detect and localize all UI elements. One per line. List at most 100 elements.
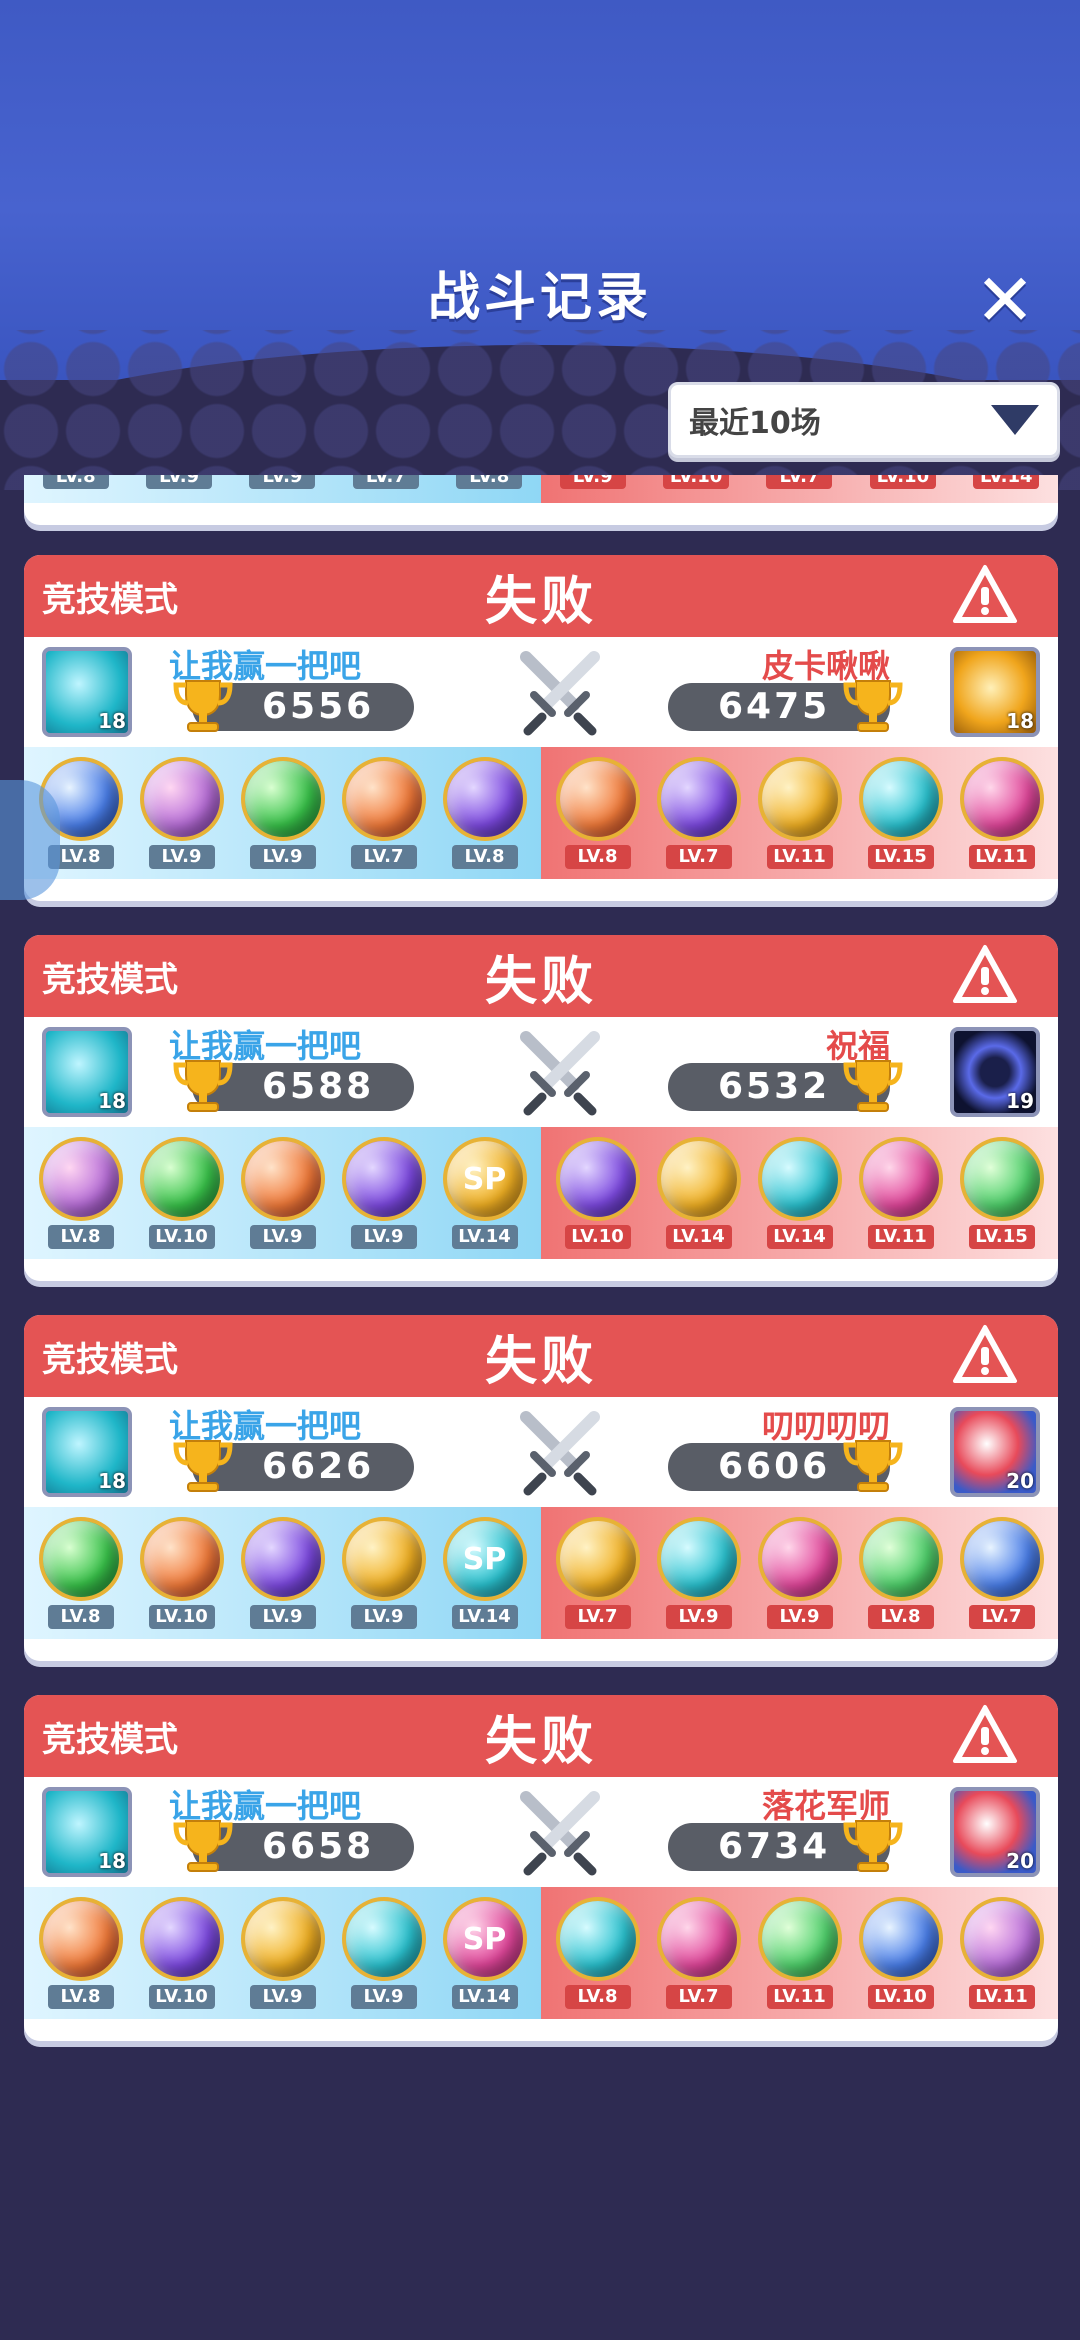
my-level: 18 — [98, 1849, 126, 1873]
crossed-swords-icon — [512, 1403, 608, 1499]
trophy-icon — [842, 1815, 904, 1875]
report-warning-icon[interactable] — [952, 563, 1018, 629]
my-skill[interactable]: SP LV.14 — [437, 1137, 533, 1249]
opponent-skill[interactable]: LV.7 — [651, 1897, 747, 2009]
my-skill[interactable]: LV.10 — [134, 1897, 230, 2009]
skill-orb-icon — [139, 757, 224, 841]
partial-my-team: LV.8 LV.9 LV.9 LV.7 LV.8 — [24, 475, 541, 503]
my-skill[interactable]: LV.9 — [235, 1897, 331, 2009]
trophy-icon — [842, 1435, 904, 1495]
my-avatar[interactable]: 18 — [42, 1027, 132, 1117]
skill-orb-icon — [858, 1897, 943, 1981]
skill-level-badge: LV.8 — [456, 475, 523, 489]
skill-level-badge: LV.14 — [451, 1225, 518, 1249]
opponent-skill[interactable]: LV.9 — [752, 1517, 848, 1629]
battle-record-card[interactable]: 竞技模式 失败 18 让我赢一把吧 6556 皮卡啾啾 6475 18 LV.8… — [24, 555, 1058, 901]
opponent-skill[interactable]: LV.7 — [550, 1517, 646, 1629]
my-skill[interactable]: LV.7 — [336, 757, 432, 869]
crossed-swords-icon — [512, 1023, 608, 1119]
match-count-dropdown[interactable]: 最近10场 — [668, 382, 1060, 458]
my-skill[interactable]: LV.9 — [235, 1517, 331, 1629]
report-warning-icon[interactable] — [952, 943, 1018, 1009]
my-skill[interactable]: LV.8 — [437, 757, 533, 869]
skill-orb-icon — [240, 1897, 325, 1981]
my-skill[interactable]: LV.9 — [336, 1517, 432, 1629]
skill-orb-icon — [959, 1897, 1044, 1981]
opponent-team-skills: LV.10 LV.14 LV.14 LV.11 LV.15 — [541, 1127, 1058, 1259]
opponent-skill[interactable]: LV.14 — [752, 1137, 848, 1249]
my-skill[interactable]: LV.9 — [235, 1137, 331, 1249]
battle-record-card[interactable]: 竞技模式 失败 18 让我赢一把吧 6658 落花军师 6734 20 LV.8… — [24, 1695, 1058, 2041]
opponent-skill[interactable]: LV.11 — [954, 757, 1050, 869]
skill-level-badge: LV.8 — [451, 845, 518, 869]
opponent-skill[interactable]: LV.11 — [752, 1897, 848, 2009]
opponent-skill[interactable]: LV.8 — [550, 757, 646, 869]
my-skill[interactable]: LV.8 — [33, 1517, 129, 1629]
partial-record-card: LV.8 LV.9 LV.9 LV.7 LV.8 LV.9 LV.10 LV.7 LV.10 L… — [24, 475, 1058, 525]
battle-record-card[interactable]: 竞技模式 失败 18 让我赢一把吧 6626 叨叨叨叨 6606 20 LV.8… — [24, 1315, 1058, 1661]
skill-level-badge: LV.15 — [968, 1225, 1035, 1249]
my-skill[interactable]: LV.10 — [134, 1137, 230, 1249]
opponent-skill[interactable]: LV.9 — [651, 1517, 747, 1629]
skill-level-badge: LV.9 — [249, 845, 316, 869]
opponent-avatar[interactable]: 18 — [950, 647, 1040, 737]
my-avatar[interactable]: 18 — [42, 647, 132, 737]
opponent-skill[interactable]: LV.11 — [752, 757, 848, 869]
skill-level-badge: LV.8 — [564, 845, 631, 869]
players-row: 18 让我赢一把吧 6626 叨叨叨叨 6606 20 — [24, 1397, 1058, 1507]
opponent-skill[interactable]: LV.14 — [651, 1137, 747, 1249]
skill-level-badge: LV.10 — [148, 1605, 215, 1629]
skill-orb-icon — [341, 1517, 426, 1601]
opponent-skill[interactable]: LV.15 — [853, 757, 949, 869]
my-skill[interactable]: LV.10 — [134, 1517, 230, 1629]
skill-level-badge: LV.9 — [249, 1225, 316, 1249]
close-button[interactable]: ✕ — [970, 264, 1040, 336]
opponent-skill[interactable]: LV.10 — [550, 1137, 646, 1249]
players-row: 18 让我赢一把吧 6556 皮卡啾啾 6475 18 — [24, 637, 1058, 747]
report-warning-icon[interactable] — [952, 1323, 1018, 1389]
opponent-avatar[interactable]: 19 — [950, 1027, 1040, 1117]
opponent-skill[interactable]: LV.8 — [853, 1517, 949, 1629]
skill-level-badge: LV.9 — [559, 475, 626, 489]
card-header: 竞技模式 失败 — [24, 1315, 1058, 1397]
opponent-skill[interactable]: LV.11 — [954, 1897, 1050, 2009]
my-avatar[interactable]: 18 — [42, 1407, 132, 1497]
opponent-skill[interactable]: LV.7 — [651, 757, 747, 869]
skill-level-badge: LV.8 — [867, 1605, 934, 1629]
skill-level-badge: LV.10 — [663, 475, 730, 489]
skill-level-badge: LV.7 — [564, 1605, 631, 1629]
side-drawer-handle[interactable] — [0, 780, 60, 900]
opponent-skill[interactable]: LV.11 — [853, 1137, 949, 1249]
my-skill[interactable]: LV.9 — [235, 757, 331, 869]
report-warning-icon[interactable] — [952, 1703, 1018, 1769]
opponent-avatar[interactable]: 20 — [950, 1787, 1040, 1877]
skill-orb-icon — [555, 1517, 640, 1601]
my-skill[interactable]: LV.8 — [33, 1137, 129, 1249]
skill-level-badge: LV.7 — [665, 1985, 732, 2009]
card-header: 竞技模式 失败 — [24, 935, 1058, 1017]
opponent-skill[interactable]: LV.8 — [550, 1897, 646, 2009]
skill-level-badge: LV.10 — [148, 1985, 215, 2009]
skill-level-badge: LV.10 — [867, 1985, 934, 2009]
skill-level-badge: LV.11 — [968, 1985, 1035, 2009]
my-skill[interactable]: LV.8 — [33, 1897, 129, 2009]
my-skill[interactable]: LV.9 — [134, 757, 230, 869]
my-team-skills: LV.8 LV.10 LV.9 LV.9 SP LV.14 — [24, 1887, 541, 2019]
skill-level-badge: LV.9 — [665, 1605, 732, 1629]
my-avatar[interactable]: 18 — [42, 1787, 132, 1877]
skill-orb-icon — [555, 1897, 640, 1981]
my-skill[interactable]: LV.9 — [336, 1897, 432, 2009]
skill-orb-icon — [656, 1137, 741, 1221]
my-skill[interactable]: SP LV.14 — [437, 1897, 533, 2009]
battle-record-card[interactable]: 竞技模式 失败 18 让我赢一把吧 6588 祝福 6532 19 LV.8 LV… — [24, 935, 1058, 1281]
battle-record-list[interactable]: LV.8 LV.9 LV.9 LV.7 LV.8 LV.9 LV.10 LV.7 LV.10 L… — [0, 475, 1080, 2055]
opponent-skill[interactable]: LV.7 — [954, 1517, 1050, 1629]
my-skill[interactable]: LV.9 — [336, 1137, 432, 1249]
my-skill[interactable]: SP LV.14 — [437, 1517, 533, 1629]
my-level: 18 — [98, 709, 126, 733]
result-label: 失败 — [484, 1711, 597, 1772]
skill-level-badge: LV.14 — [451, 1605, 518, 1629]
opponent-avatar[interactable]: 20 — [950, 1407, 1040, 1497]
opponent-skill[interactable]: LV.15 — [954, 1137, 1050, 1249]
opponent-skill[interactable]: LV.10 — [853, 1897, 949, 2009]
